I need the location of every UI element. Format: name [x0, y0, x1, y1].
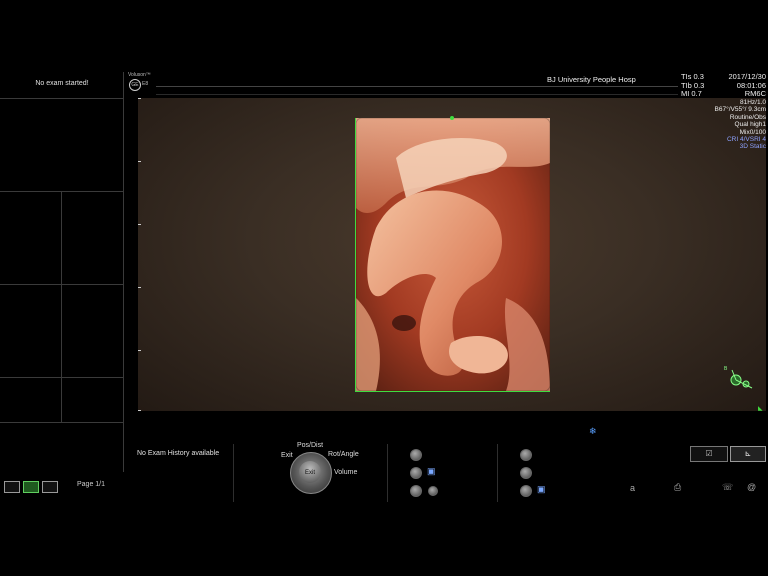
knob-2[interactable]	[410, 467, 422, 479]
snowflake-icon[interactable]: ❄	[589, 426, 597, 437]
page-indicator: Page 1/1	[77, 481, 106, 488]
knob-3[interactable]	[410, 485, 422, 497]
trackball-center[interactable]: Exit	[299, 461, 321, 483]
hospital-name: BJ University People Hosp	[547, 75, 636, 84]
left-panel	[0, 72, 124, 472]
orientation-marker-icon[interactable]: B	[722, 360, 758, 392]
layout-single-button[interactable]	[4, 481, 20, 493]
date-time-readout: 2017/12/30 08:01:06 RM6C	[720, 72, 766, 99]
logo-text: Voluson™	[128, 72, 151, 78]
phone-icon[interactable]: ☏	[722, 482, 733, 493]
exam-status-text: No exam started!	[35, 80, 89, 87]
param-cri-vsri: CRI 4/VSRI 4	[726, 136, 766, 144]
ge-logo: GE	[129, 79, 141, 91]
depth-scale	[138, 98, 142, 411]
save-icon[interactable]: ▣	[537, 485, 546, 494]
knob-5[interactable]	[520, 467, 532, 479]
knob-6[interactable]	[520, 485, 532, 497]
knob-small[interactable]	[428, 486, 438, 496]
chart-icon[interactable]: ⊾	[730, 446, 766, 462]
layout-dual-button[interactable]	[23, 481, 39, 493]
logo-model: E8	[142, 81, 149, 87]
exam-history-text: No Exam History available	[137, 450, 220, 457]
knob-1[interactable]	[410, 449, 422, 461]
param-quality: Qual high1	[734, 121, 766, 129]
settings-icon[interactable]: @	[747, 482, 756, 492]
param-preset: Routine/Obs	[729, 113, 766, 121]
svg-text:B: B	[724, 366, 728, 372]
trackball-label-exit: Exit	[281, 452, 293, 459]
param-mode: 3D Static	[739, 143, 766, 151]
thermal-index-readout: TIs 0.3 TIb 0.3 MI 0.7	[681, 72, 704, 99]
corner-indicator: ◣	[758, 406, 763, 412]
trackball-center-label: Exit	[304, 470, 315, 476]
param-mix: Mix0/100	[739, 128, 766, 136]
header-divider-lower	[156, 94, 678, 95]
acquisition-parameters: 81Hz/1.0 B67°/V55°/ 9.3cm Routine/Obs Qu…	[690, 99, 766, 151]
checkbox-icon[interactable]: ☑	[690, 446, 728, 462]
annotation-letter[interactable]: a	[630, 483, 635, 493]
render-box-frame	[355, 118, 550, 392]
trackball-label-pos-dist: Pos/Dist	[297, 442, 324, 449]
render-start-marker[interactable]	[450, 116, 454, 120]
knob-4[interactable]	[520, 449, 532, 461]
save-icon[interactable]: ▣	[427, 467, 436, 476]
trackball-label-volume: Volume	[334, 469, 358, 476]
layout-quad-button[interactable]	[42, 481, 58, 493]
letter-a: a	[630, 483, 636, 493]
trackball-label-rot-angle: Rot/Angle	[328, 451, 359, 458]
param-angles-depth: B67°/V55°/ 9.3cm	[714, 106, 766, 114]
printer-icon[interactable]: ⎙	[674, 482, 681, 493]
header-divider	[156, 86, 678, 87]
